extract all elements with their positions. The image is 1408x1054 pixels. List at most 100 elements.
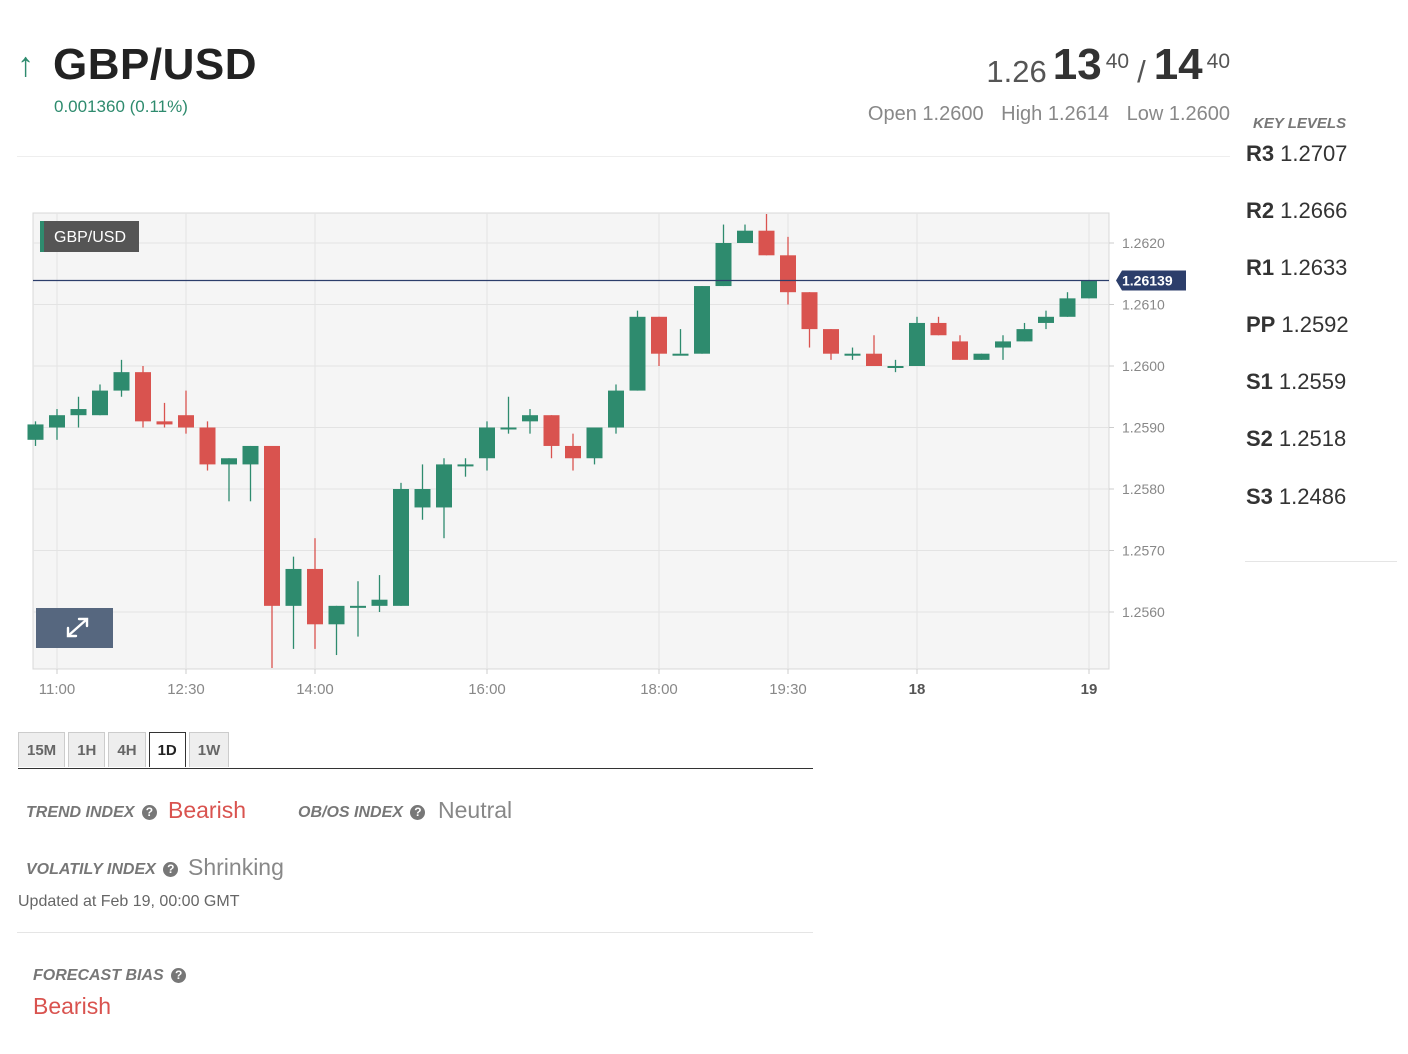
- candle-body: [1059, 298, 1076, 317]
- y-tick-label: 1.2570: [1122, 543, 1165, 559]
- key-level-s1: S1 1.2559: [1246, 369, 1347, 394]
- key-level-r2: R2 1.2666: [1246, 198, 1348, 223]
- key-levels-divider: [1245, 561, 1397, 562]
- key-level-r3: R3 1.2707: [1246, 141, 1348, 166]
- question-circle-icon[interactable]: ?: [163, 862, 179, 877]
- candle-body: [221, 458, 237, 465]
- key-level-s2: S2 1.2518: [1246, 426, 1347, 451]
- candle-body: [500, 427, 517, 430]
- key-level-r1: R1 1.2633: [1246, 255, 1348, 280]
- x-tick-label: 18: [909, 681, 926, 698]
- quote: 1.26 13 40 / 14 40: [986, 40, 1230, 90]
- x-tick-label: 18:00: [640, 681, 678, 698]
- ask-big: 14: [1153, 40, 1203, 89]
- x-tick-label: 14:00: [296, 681, 334, 698]
- candle[interactable]: [608, 384, 624, 434]
- candle-body: [328, 605, 345, 625]
- candle[interactable]: [393, 482, 409, 606]
- y-tick-label: 1.2600: [1122, 358, 1165, 374]
- tab-1h[interactable]: 1H: [68, 732, 106, 767]
- candle-body: [543, 415, 560, 446]
- candle-body: [70, 409, 87, 416]
- candlestick-chart[interactable]: 1.2620 1.2610 1.2600 1.2590 1.2580 1.2570 1.25…: [0, 200, 1230, 710]
- candle-body: [586, 427, 603, 459]
- bid-base: 1.26: [986, 54, 1047, 89]
- candle-body: [694, 286, 710, 354]
- question-circle-icon[interactable]: ?: [171, 968, 187, 983]
- y-tick-label: 1.2560: [1122, 604, 1165, 620]
- tab-1d[interactable]: 1D: [148, 732, 186, 767]
- quote-separator: /: [1137, 54, 1146, 89]
- candle-body: [242, 445, 259, 465]
- key-levels-title: KEY LEVELS: [1253, 115, 1347, 132]
- bid-big: 13: [1052, 40, 1102, 89]
- ask-pip: 40: [1206, 50, 1230, 73]
- trend-index-value: Bearish: [168, 797, 246, 823]
- candle-body: [1038, 316, 1054, 323]
- candle-body: [780, 255, 796, 293]
- candle-body: [758, 230, 775, 256]
- open-value: Open 1.2600: [867, 103, 984, 125]
- candle-body: [27, 424, 44, 440]
- candle-body: [479, 427, 495, 459]
- question-circle-icon[interactable]: ?: [141, 805, 157, 820]
- candle-body: [49, 415, 65, 428]
- candle-body: [629, 316, 646, 391]
- y-tick-label: 1.2580: [1122, 481, 1165, 497]
- candle-body: [973, 353, 990, 360]
- tab-4h[interactable]: 4H: [108, 732, 146, 767]
- candle-body: [909, 322, 925, 366]
- volatility-index-label: VOLATILY INDEX ?: [26, 861, 179, 879]
- candle-body: [651, 316, 667, 354]
- y-tick-label: 1.2590: [1122, 420, 1165, 436]
- candle[interactable]: [909, 316, 925, 366]
- candle-body: [178, 415, 194, 428]
- candle-body: [285, 568, 302, 606]
- pair-header: ↑ GBP/USD: [17, 40, 257, 90]
- bid-pip: 40: [1105, 50, 1130, 73]
- series-label-box: GBP/USD: [40, 221, 139, 252]
- candle[interactable]: [135, 366, 151, 428]
- expand-button[interactable]: [36, 608, 113, 648]
- candle-body: [823, 329, 839, 354]
- candle-body: [1016, 329, 1033, 342]
- tab-1w[interactable]: 1W: [188, 732, 230, 767]
- key-level-pp: PP 1.2592: [1246, 312, 1349, 337]
- candle-body: [522, 415, 538, 422]
- candle-body: [672, 353, 689, 356]
- x-tick-label: 16:00: [468, 681, 506, 698]
- y-tick-label: 1.2610: [1122, 297, 1165, 313]
- pair-title: GBP/USD: [53, 40, 257, 89]
- candle-body: [887, 366, 904, 368]
- y-tick-label: 1.2620: [1122, 235, 1165, 251]
- last-price-label: 1.26139: [1122, 273, 1173, 289]
- candle-body: [393, 489, 409, 606]
- candle[interactable]: [199, 421, 216, 471]
- ohl-stats: Open 1.2600 High 1.2614 Low 1.2600: [856, 103, 1230, 126]
- candle[interactable]: [1081, 279, 1097, 299]
- tab-15m[interactable]: 15M: [18, 732, 66, 767]
- x-tick-label: 12:30: [167, 681, 205, 698]
- arrow-up-icon: ↑: [17, 46, 34, 84]
- candle-body: [199, 427, 216, 465]
- x-tick-label: 19: [1081, 681, 1098, 698]
- candle-body: [952, 341, 968, 360]
- candle-body: [995, 341, 1011, 348]
- tabs-underline: [18, 768, 813, 769]
- candle[interactable]: [973, 353, 990, 360]
- question-circle-icon[interactable]: ?: [410, 805, 426, 820]
- candle-body: [565, 445, 581, 459]
- candle-body: [414, 489, 431, 508]
- candle-body: [866, 353, 882, 366]
- candle-body: [113, 372, 130, 391]
- x-tick-label: 19:30: [769, 681, 807, 698]
- candle-body: [715, 243, 732, 287]
- candle-body: [264, 445, 280, 606]
- candle-body: [135, 372, 151, 422]
- candle[interactable]: [694, 286, 710, 354]
- candle-body: [801, 292, 818, 330]
- obos-index-label: OB/OS INDEX ?: [298, 804, 426, 822]
- updated-timestamp: Updated at Feb 19, 00:00 GMT: [18, 893, 240, 910]
- candle[interactable]: [629, 310, 646, 391]
- forecast-bias-label: FORECAST BIAS ?: [33, 967, 187, 985]
